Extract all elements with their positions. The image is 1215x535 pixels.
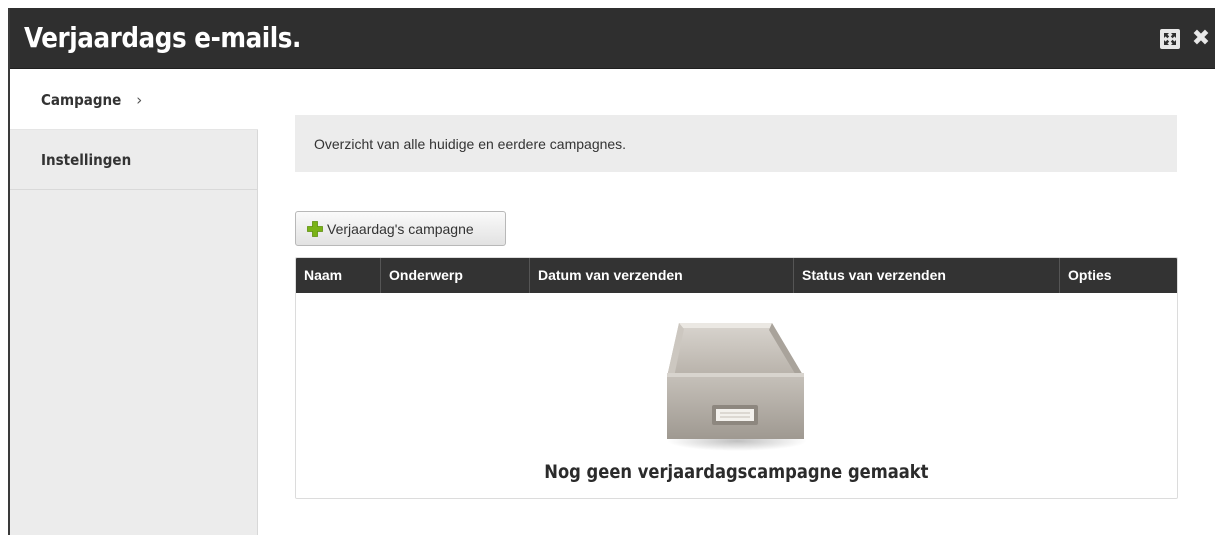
- empty-state-text: Nog geen verjaardagscampagne gemaakt: [544, 461, 929, 483]
- add-campaign-label: Verjaardag's campagne: [327, 220, 474, 237]
- page-top-strip: [0, 0, 1215, 8]
- plus-icon: [307, 220, 323, 237]
- sidebar-item-label: Campagne: [41, 90, 122, 109]
- info-text: Overzicht van alle huidige en eerdere ca…: [314, 135, 627, 152]
- close-button[interactable]: ✖: [1190, 26, 1212, 51]
- expand-button[interactable]: [1160, 28, 1180, 49]
- sidebar-item-instellingen[interactable]: Instellingen: [10, 130, 257, 190]
- empty-drawer-icon: [667, 323, 807, 451]
- empty-state-message: Nog geen verjaardagscampagne gemaakt: [296, 461, 1177, 483]
- close-icon: ✖: [1191, 26, 1211, 51]
- column-opties[interactable]: Opties: [1060, 258, 1177, 293]
- window-title: Verjaardags e-mails.: [24, 21, 301, 54]
- dialog-window: Verjaardags e-mails. ✖ Campagne › Instel…: [8, 8, 1215, 535]
- sidebar-item-label: Instellingen: [41, 150, 132, 169]
- campaign-table: Naam Onderwerp Datum van verzenden Statu…: [295, 257, 1178, 499]
- add-birthday-campaign-button[interactable]: Verjaardag's campagne: [295, 211, 506, 246]
- window-controls: ✖: [1160, 8, 1215, 69]
- sidebar: Campagne › Instellingen: [10, 70, 258, 535]
- main-content: Overzicht van alle huidige en eerdere ca…: [258, 70, 1215, 535]
- table-body: Nog geen verjaardagscampagne gemaakt: [296, 293, 1177, 498]
- title-bar: Verjaardags e-mails. ✖: [10, 8, 1215, 69]
- table-header: Naam Onderwerp Datum van verzenden Statu…: [296, 258, 1177, 293]
- chevron-right-icon: ›: [136, 90, 143, 109]
- column-onderwerp[interactable]: Onderwerp: [381, 258, 530, 293]
- sidebar-item-campagne[interactable]: Campagne ›: [10, 70, 258, 130]
- column-naam[interactable]: Naam: [296, 258, 381, 293]
- expand-icon: [1164, 32, 1176, 45]
- column-status-van-verzenden[interactable]: Status van verzenden: [794, 258, 1060, 293]
- info-banner: Overzicht van alle huidige en eerdere ca…: [295, 115, 1177, 172]
- column-datum-van-verzenden[interactable]: Datum van verzenden: [530, 258, 794, 293]
